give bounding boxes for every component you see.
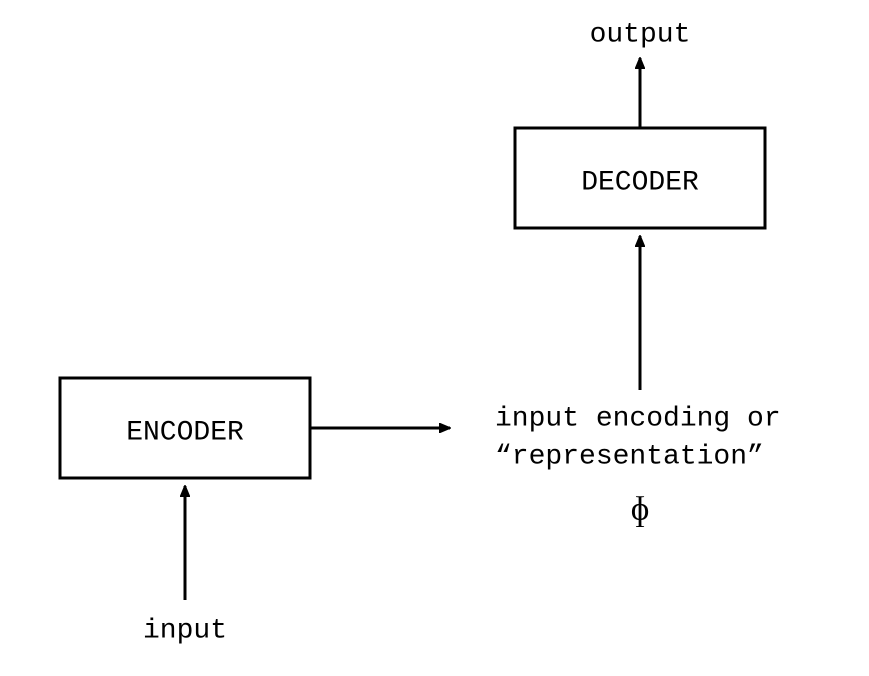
encoder-box-label: ENCODER — [126, 417, 244, 448]
phi-symbol: ɸ — [631, 491, 650, 528]
encoder-decoder-diagram: ENCODER input input encoding or “represe… — [0, 0, 869, 676]
representation-label-line2: “representation” — [495, 441, 764, 472]
output-label: output — [590, 19, 691, 50]
representation-label-line1: input encoding or — [495, 403, 781, 434]
input-label: input — [143, 615, 227, 646]
decoder-box-label: DECODER — [581, 167, 699, 198]
